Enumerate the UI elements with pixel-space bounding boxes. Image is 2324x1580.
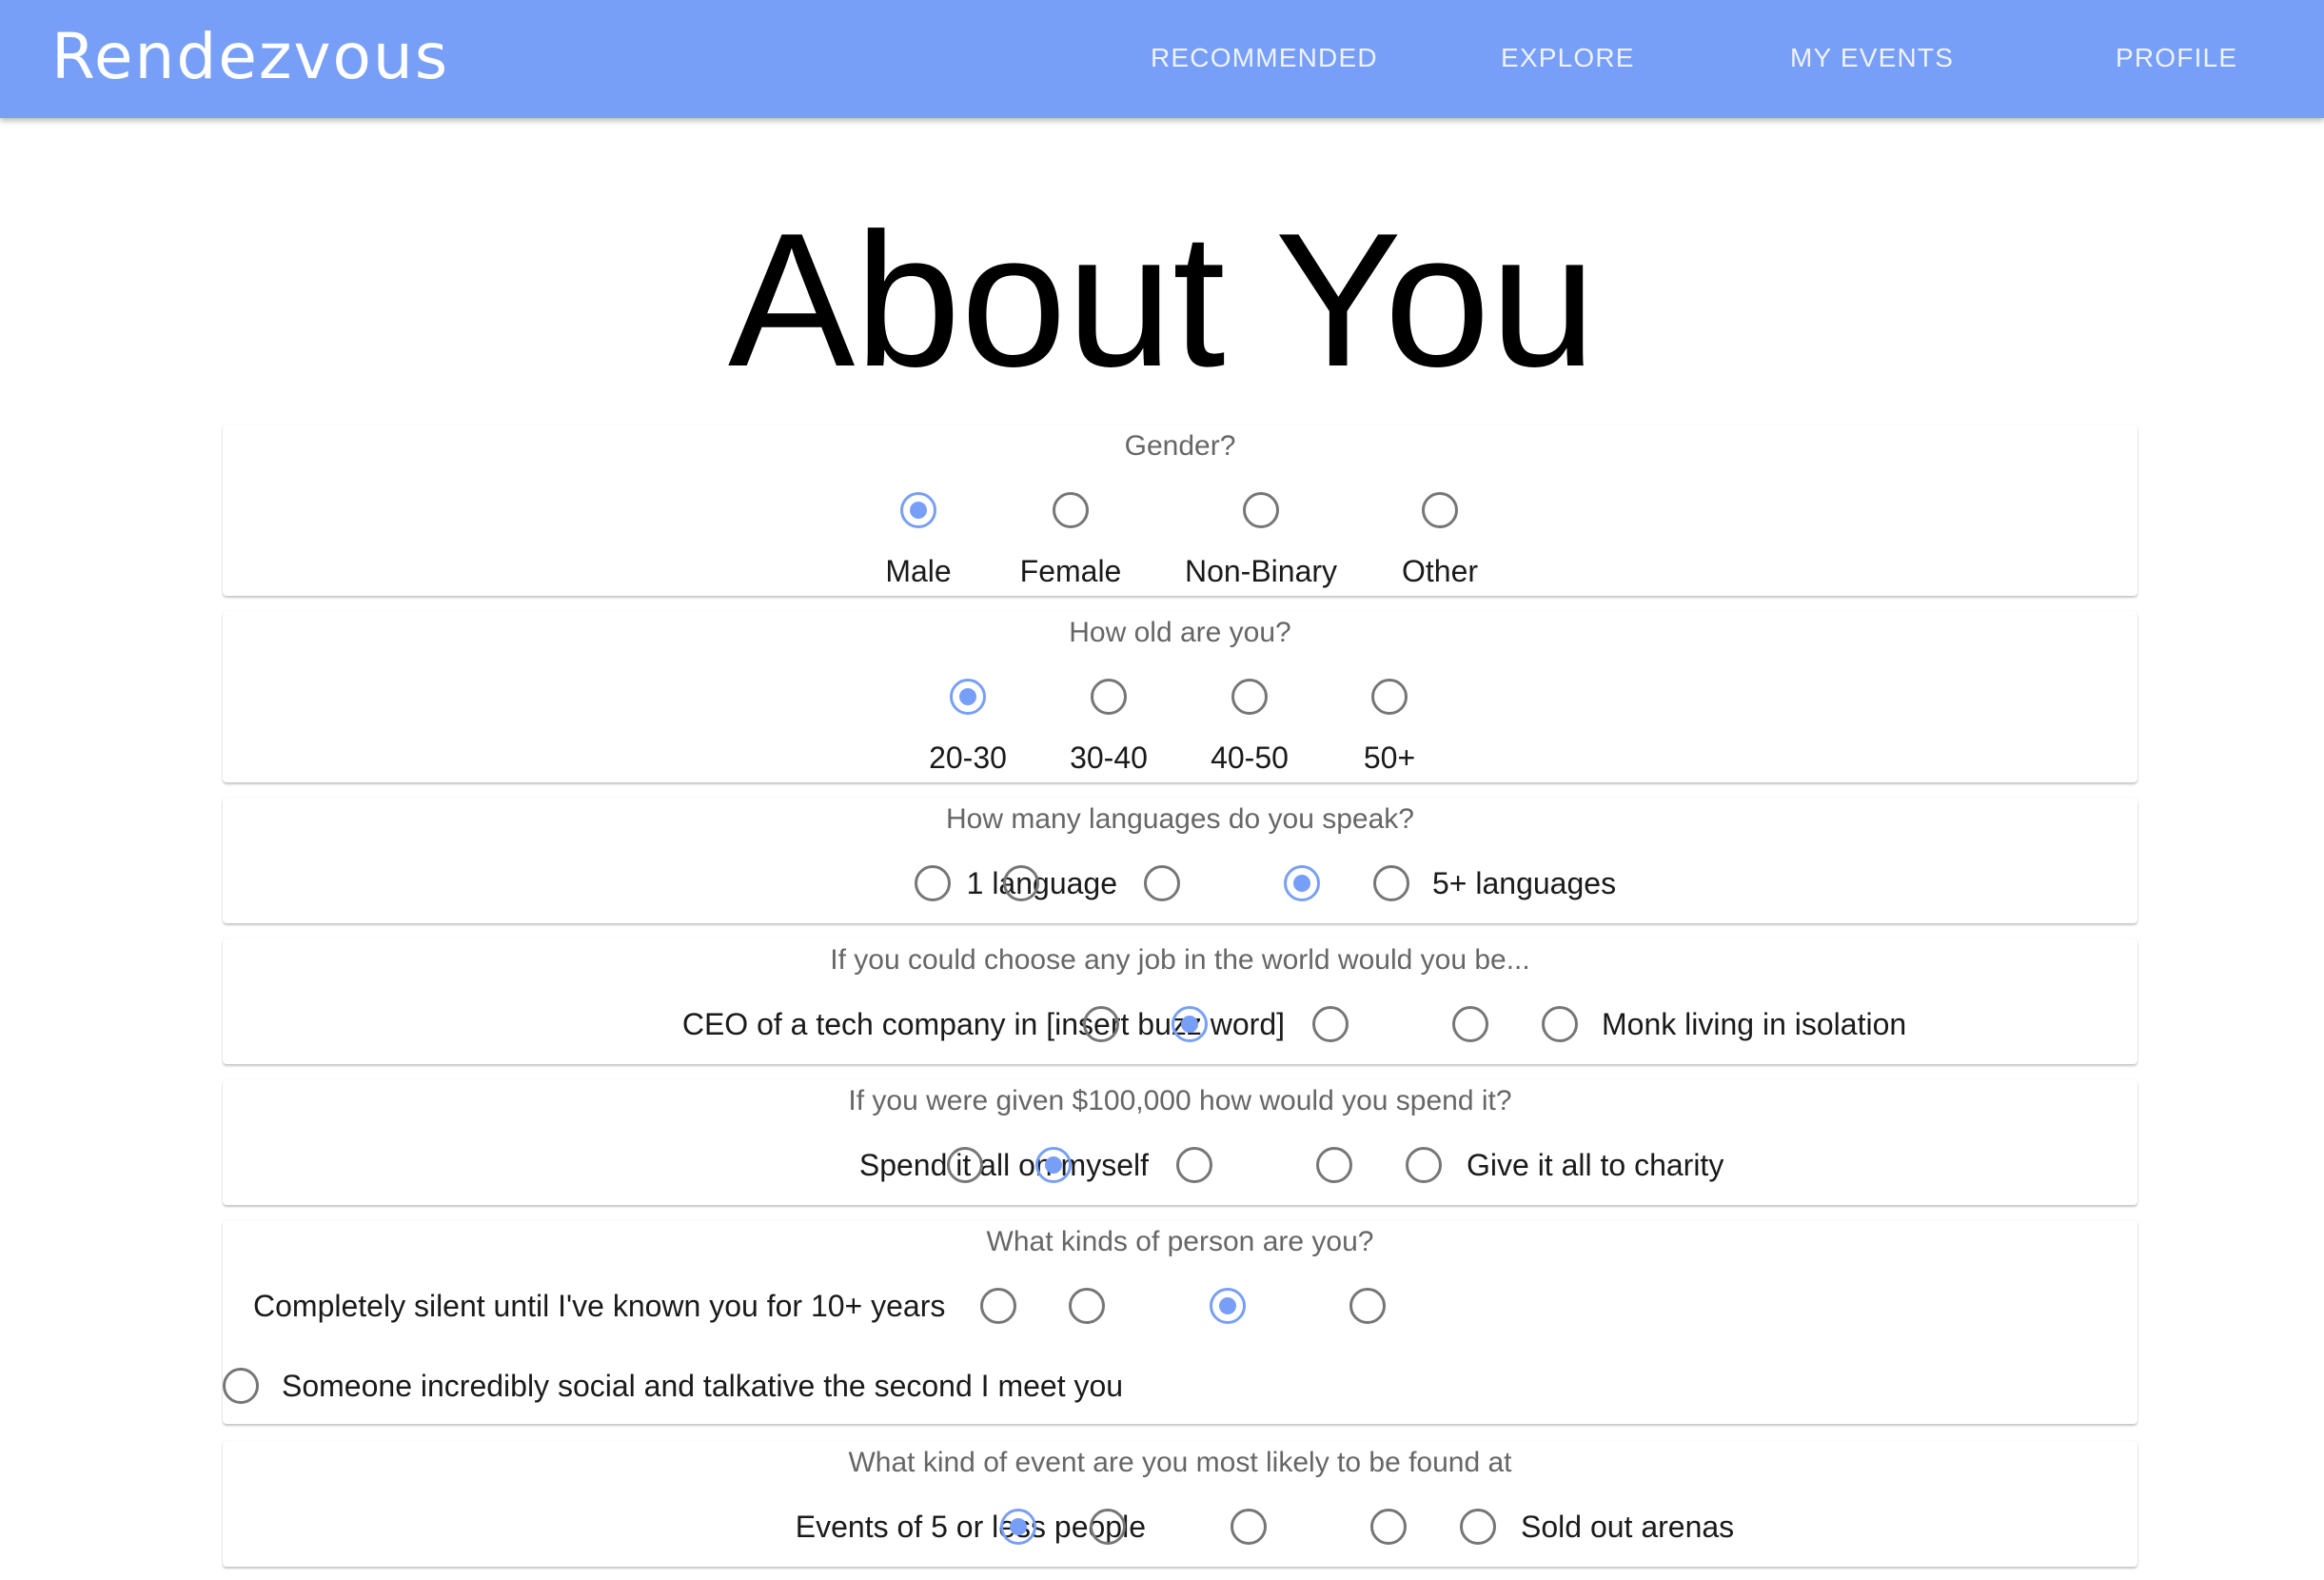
question-label: What kind of event are you most likely t… [848, 1447, 1512, 1478]
scale-min-label: Completely silent until I've known you f… [253, 1289, 946, 1323]
scale-radio-2[interactable] [1090, 1509, 1126, 1545]
scale-max-label: Give it all to charity [1467, 1148, 1724, 1182]
nav-recommended[interactable]: RECOMMENDED [1151, 42, 1378, 74]
scale-radio-2[interactable] [1035, 1147, 1072, 1183]
question-card-job: If you could choose any job in the world… [223, 938, 2137, 1064]
scale-max-label: Someone incredibly social and talkative … [282, 1369, 1124, 1403]
question-label: How many languages do you speak? [946, 803, 1414, 835]
scale-radio-2[interactable] [1172, 1006, 1208, 1042]
option-label-female: Female [1019, 554, 1122, 588]
radio-gender-non-binary[interactable] [1243, 492, 1279, 528]
scale-radio-1[interactable] [947, 1147, 983, 1183]
nav-explore[interactable]: EXPLORE [1501, 42, 1635, 74]
scale-radio-3[interactable] [1144, 865, 1180, 901]
option-label-other: Other [1401, 554, 1479, 588]
page-title: About You [727, 194, 1597, 406]
scale-radio-5[interactable] [1406, 1147, 1442, 1183]
scale-radio-5[interactable] [1460, 1509, 1496, 1545]
scale-radio-3[interactable] [1210, 1288, 1246, 1324]
radio-age-30-40[interactable] [1091, 679, 1127, 715]
radio-age-40-50[interactable] [1231, 679, 1268, 715]
app-logo[interactable]: Rendezvous [51, 13, 449, 101]
scale-radio-4[interactable] [1370, 1509, 1407, 1545]
scale-radio-1[interactable] [1083, 1006, 1119, 1042]
question-label: What kinds of person are you? [986, 1226, 1374, 1257]
scale-radio-4[interactable] [1452, 1006, 1488, 1042]
scale-radio-3[interactable] [1231, 1509, 1267, 1545]
scale-radio-4[interactable] [1316, 1147, 1352, 1183]
scale-min-label: 1 language [966, 866, 1117, 900]
scale-radio-3[interactable] [1176, 1147, 1212, 1183]
scale-max-label: Monk living in isolation [1602, 1007, 1907, 1041]
question-label: If you could choose any job in the world… [830, 944, 1530, 976]
scale-radio-4[interactable] [1349, 1288, 1386, 1324]
question-card-event: What kind of event are you most likely t… [223, 1441, 2137, 1567]
scale-max-label: 5+ languages [1432, 866, 1617, 900]
scale-radio-2[interactable] [1069, 1288, 1105, 1324]
scale-min-label: Spend it all on myself [858, 1148, 1149, 1182]
question-card-age: How old are you? 20-30 30-40 40-50 50+ [223, 611, 2137, 782]
question-card-gender: Gender? Male Female Non-Binary Other [223, 425, 2137, 596]
scale-radio-1[interactable] [915, 865, 951, 901]
scale-radio-1[interactable] [980, 1288, 1016, 1324]
scale-radio-5[interactable] [1373, 865, 1409, 901]
question-label: If you were given $100,000 how would you… [848, 1085, 1512, 1116]
nav-my-events[interactable]: MY EVENTS [1790, 42, 1954, 74]
top-navbar: Rendezvous RECOMMENDED EXPLORE MY EVENTS… [0, 0, 2324, 118]
scale-radio-5[interactable] [223, 1368, 259, 1404]
radio-gender-other[interactable] [1422, 492, 1458, 528]
radio-age-50-plus[interactable] [1371, 679, 1408, 715]
option-label-40-50: 40-50 [1211, 741, 1289, 775]
radio-age-20-30[interactable] [950, 679, 986, 715]
question-card-personality: What kinds of person are you? Completely… [223, 1220, 2137, 1424]
option-label-20-30: 20-30 [929, 741, 1007, 775]
nav-profile[interactable]: PROFILE [2116, 42, 2237, 74]
scale-radio-4[interactable] [1284, 865, 1320, 901]
radio-gender-male[interactable] [900, 492, 936, 528]
question-card-money: If you were given $100,000 how would you… [223, 1079, 2137, 1205]
scale-radio-5[interactable] [1542, 1006, 1578, 1042]
scale-radio-1[interactable] [1000, 1509, 1036, 1545]
question-label: How old are you? [1069, 617, 1291, 648]
scale-radio-2[interactable] [1003, 865, 1039, 901]
scale-radio-3[interactable] [1312, 1006, 1349, 1042]
option-label-male: Male [885, 554, 952, 588]
question-card-languages: How many languages do you speak? 1 langu… [223, 798, 2137, 923]
option-label-non-binary: Non-Binary [1184, 554, 1338, 588]
option-label-50-plus: 50+ [1363, 741, 1416, 775]
option-label-30-40: 30-40 [1070, 741, 1148, 775]
scale-max-label: Sold out arenas [1521, 1510, 1735, 1544]
question-label: Gender? [1124, 430, 1236, 462]
radio-gender-female[interactable] [1053, 492, 1089, 528]
